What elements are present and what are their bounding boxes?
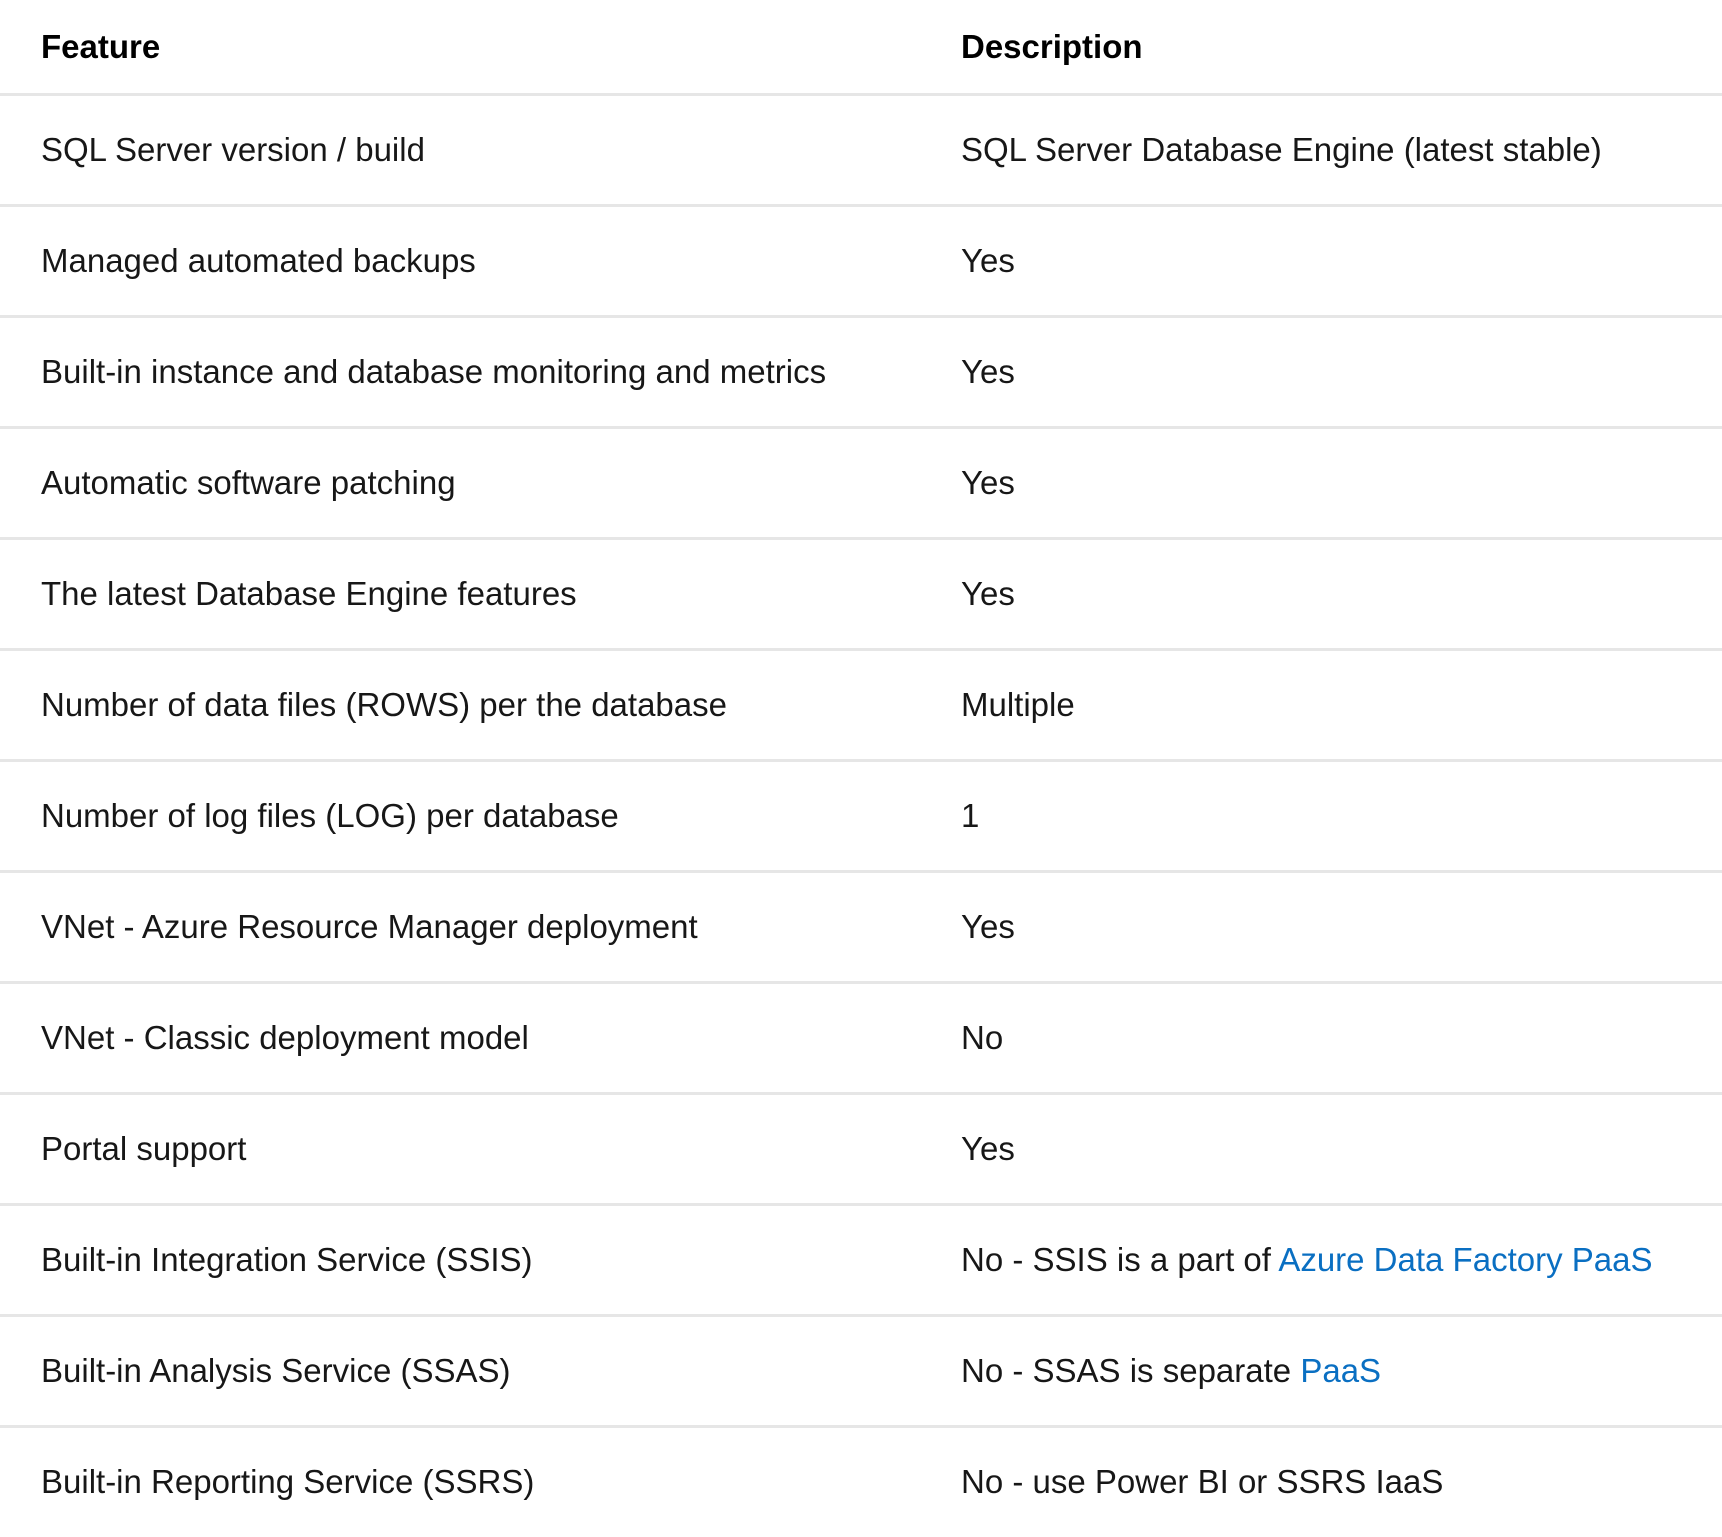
feature-cell: The latest Database Engine features <box>0 538 920 651</box>
feature-cell: Built-in Reporting Service (SSRS) <box>41 1463 535 1500</box>
description-link[interactable]: PaaS <box>1300 1352 1381 1389</box>
description-text: Yes <box>961 908 1015 945</box>
header-feature: Feature <box>0 0 920 96</box>
description-cell: Yes <box>920 1093 1722 1206</box>
table-row: VNet - Classic deployment model No <box>0 982 1722 1095</box>
table-row: Built-in Analysis Service (SSAS) No - SSA… <box>0 1315 1722 1428</box>
description-cell: No - use Power BI or SSRS IaaS <box>920 1427 1722 1537</box>
description-cell: Yes <box>920 538 1722 651</box>
description-cell: 1 <box>920 760 1722 873</box>
table-row: Automatic software patching Yes <box>0 427 1722 540</box>
table-header-row: Feature Description <box>0 0 1722 96</box>
description-link[interactable]: Azure Data Factory PaaS <box>1278 1241 1652 1278</box>
feature-cell: VNet - Azure Resource Manager deployment <box>0 871 920 984</box>
feature-cell: Number of data files (ROWS) per the data… <box>0 649 920 762</box>
table-row: Managed automated backups Yes <box>0 205 1722 318</box>
description-text: Yes <box>961 464 1015 501</box>
feature-cell: Number of log files (LOG) per database <box>0 760 920 873</box>
table-row: Built-in instance and database monitorin… <box>0 316 1722 429</box>
feature-cell: Managed automated backups <box>0 205 920 318</box>
description-text: Yes <box>961 242 1015 279</box>
feature-cell: Portal support <box>0 1093 920 1206</box>
feature-cell: Built-in Analysis Service (SSAS) <box>0 1315 920 1428</box>
description-text: Yes <box>961 353 1015 390</box>
description-text: Yes <box>961 575 1015 612</box>
description-text: Multiple <box>961 686 1075 723</box>
description-cell: No - SSAS is separate PaaS <box>920 1315 1722 1428</box>
description-text: Yes <box>961 1130 1015 1167</box>
description-text: No - SSIS is a part of <box>961 1241 1279 1278</box>
feature-cell: VNet - Classic deployment model <box>0 982 920 1095</box>
table-row: Built-in Reporting Service (SSRS) No - us… <box>0 1427 1722 1537</box>
table-row: The latest Database Engine features Yes <box>0 538 1722 651</box>
description-cell: No <box>920 982 1722 1095</box>
table-row: Portal support Yes <box>0 1093 1722 1206</box>
description-cell: Yes <box>920 205 1722 318</box>
description-text: 1 <box>961 797 980 834</box>
description-cell: No - SSIS is a part of Azure Data Factor… <box>920 1204 1722 1317</box>
table-row: Number of log files (LOG) per database 1 <box>0 760 1722 873</box>
description-text: No - SSAS is separate <box>961 1352 1301 1389</box>
feature-cell: Built-in Integration Service (SSIS) <box>0 1204 920 1317</box>
header-description: Description <box>920 0 1722 96</box>
table-row: VNet - Azure Resource Manager deployment… <box>0 871 1722 984</box>
feature-cell: SQL Server version / build <box>0 94 920 207</box>
table-row: SQL Server version / build SQL Server Dat… <box>0 94 1722 207</box>
table-row: Built-in Integration Service (SSIS) No - … <box>0 1204 1722 1317</box>
table-row: Number of data files (ROWS) per the data… <box>0 649 1722 762</box>
description-text: No - use Power BI or SSRS IaaS <box>961 1463 1444 1500</box>
description-cell: Yes <box>920 427 1722 540</box>
description-cell: Yes <box>920 316 1722 429</box>
feature-table: Feature Description SQL Server version /… <box>0 0 1722 1536</box>
description-cell: Multiple <box>920 649 1722 762</box>
feature-cell: Automatic software patching <box>0 427 920 540</box>
description-text: SQL Server Database Engine (latest stabl… <box>961 131 1602 168</box>
feature-cell: Built-in instance and database monitorin… <box>0 316 920 429</box>
description-cell: SQL Server Database Engine (latest stabl… <box>920 94 1722 207</box>
description-cell: Yes <box>920 871 1722 984</box>
description-text: No <box>961 1019 1004 1056</box>
